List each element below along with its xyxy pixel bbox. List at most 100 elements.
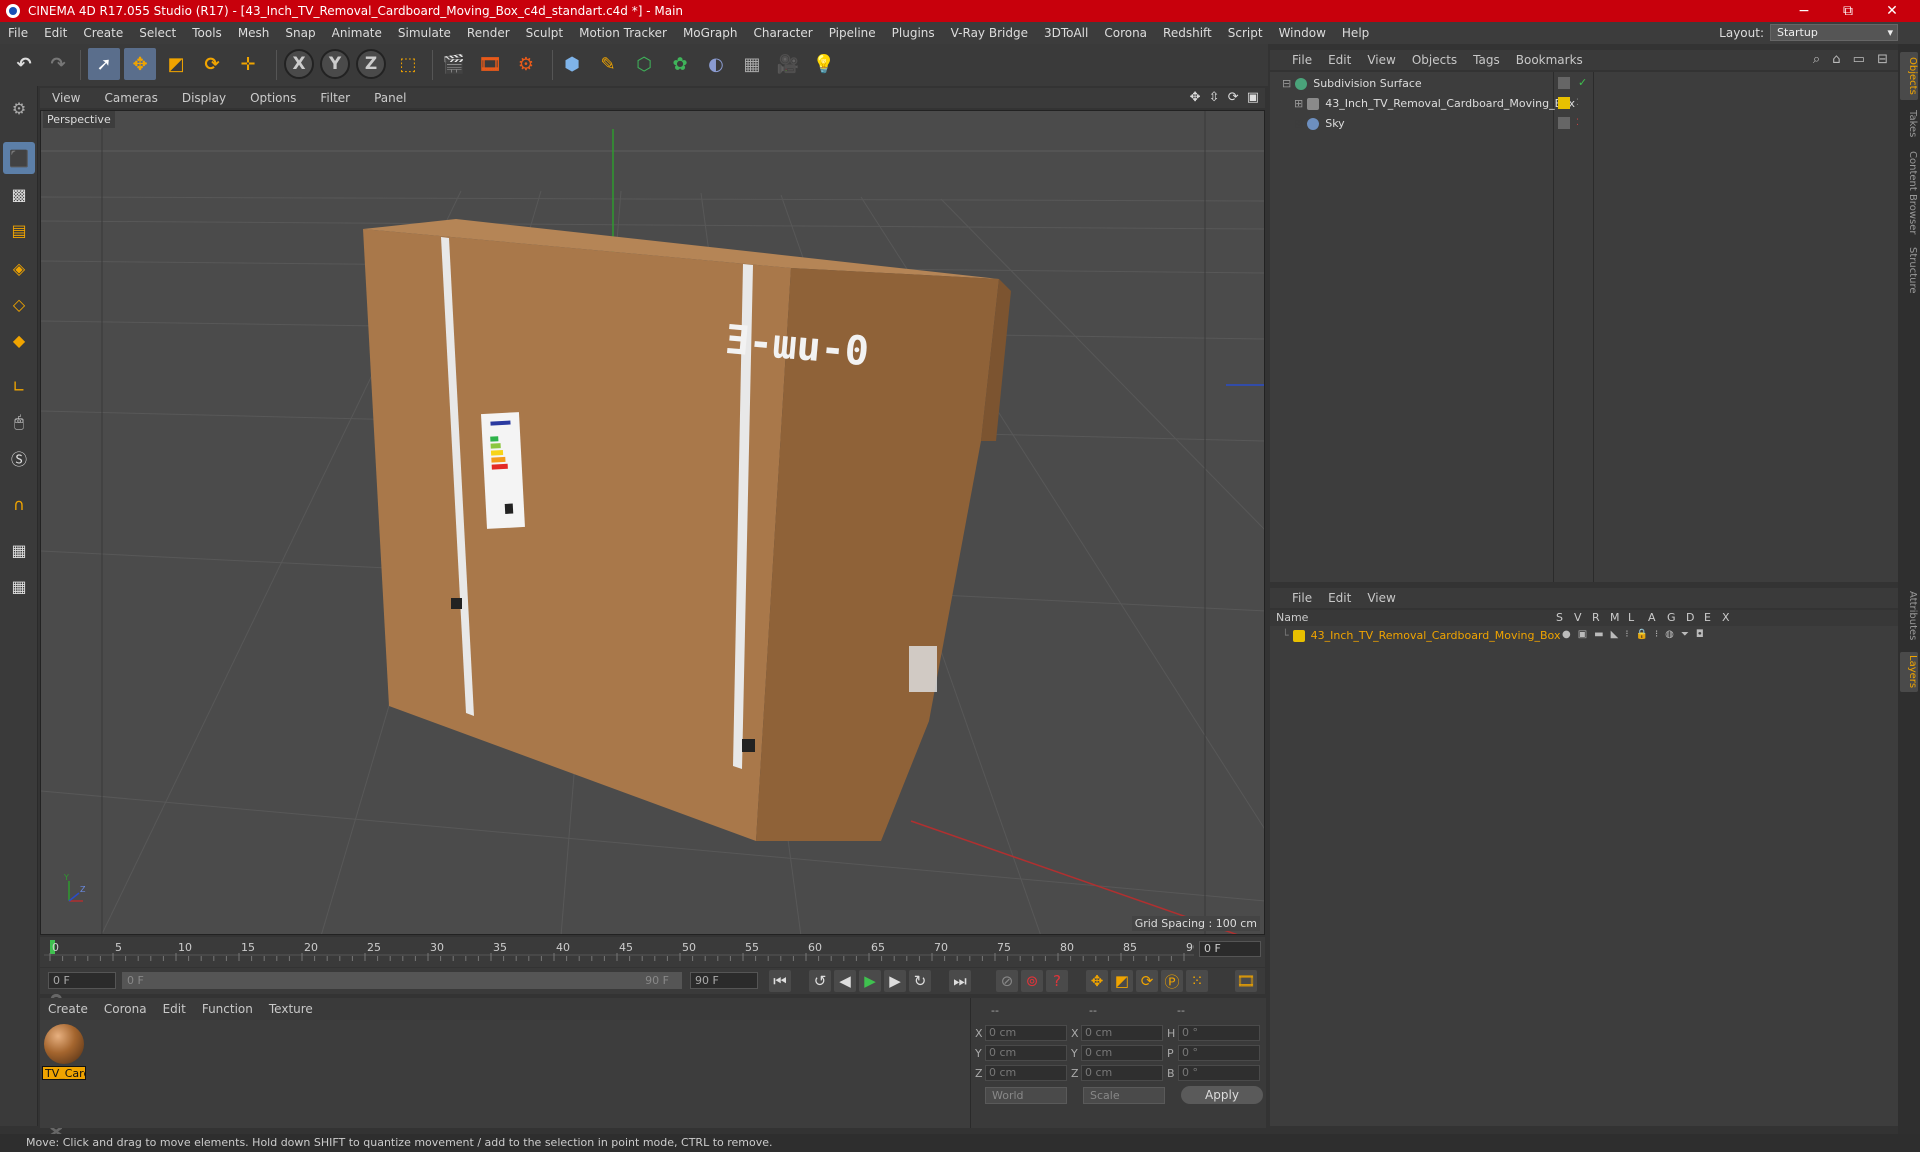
object-menu-objects[interactable]: Objects [1404,53,1465,67]
material-menu-function[interactable]: Function [194,1002,261,1016]
size-x-field[interactable]: 0 cm [1081,1025,1163,1041]
solo-mode-icon[interactable]: Ⓢ [3,442,35,474]
y-axis-lock-button[interactable]: Y [320,49,350,79]
timeline-window-icon[interactable]: 🎞 [1235,970,1257,992]
end-frame-field[interactable]: 90 F [690,972,758,989]
menu-create[interactable]: Create [75,26,131,40]
editor-visibility-icon[interactable] [1558,77,1570,89]
rot-h-field[interactable]: 0 ° [1178,1025,1260,1041]
rot-b-field[interactable]: 0 ° [1178,1065,1260,1081]
menu-corona[interactable]: Corona [1096,26,1155,40]
workplane-mode-icon[interactable]: ▤ [3,214,35,246]
play-icon[interactable]: ▶ [859,970,881,992]
rot-p-field[interactable]: 0 ° [1178,1045,1260,1061]
menu-mograph[interactable]: MoGraph [675,26,746,40]
move-tool-icon[interactable]: ✥ [124,48,156,80]
floor-object-icon[interactable]: ▦ [736,48,768,80]
next-keyframe-icon[interactable]: ↻ [909,970,931,992]
subdivision-surface-icon[interactable]: ⬡ [628,48,660,80]
rotate-tool-icon[interactable]: ⟳ [196,48,228,80]
layer-color-swatch[interactable] [1558,97,1570,109]
menu-snap[interactable]: Snap [277,26,323,40]
viewport-menu-cameras[interactable]: Cameras [92,91,169,105]
layer-col-generators[interactable]: G [1667,611,1676,624]
timeline-ruler[interactable]: 0 5 10 15 20 25 30 35 40 45 50 55 60 65 70 75 80 85 90 0 F [40,937,1265,967]
key-pla-icon[interactable]: ⁙ [1186,970,1208,992]
layer-col-expressions[interactable]: E [1704,611,1711,624]
tab-takes[interactable]: Takes [1900,104,1918,144]
size-mode-dropdown[interactable]: Scale [1083,1087,1165,1104]
menu-motion-tracker[interactable]: Motion Tracker [571,26,675,40]
menu-script[interactable]: Script [1220,26,1271,40]
camera-object-icon[interactable]: 🎥 [772,48,804,80]
layer-col-render[interactable]: R [1592,611,1600,624]
undo-icon[interactable]: ↶ [8,48,40,80]
menu-redshift[interactable]: Redshift [1155,26,1220,40]
layer-col-xref[interactable]: X [1722,611,1730,624]
layer-col-deformers[interactable]: D [1686,611,1694,624]
editor-visibility-icon[interactable] [1558,117,1570,129]
tweak-mode-icon[interactable]: 🖱 [3,406,35,438]
current-frame-field[interactable]: 0 F [1199,941,1261,957]
make-editable-icon[interactable]: ⚙ [3,92,35,124]
layer-col-animation[interactable]: A [1648,611,1656,624]
visibility-dots-icon[interactable]: ⁚ [1576,97,1588,109]
pos-z-field[interactable]: 0 cm [985,1065,1067,1081]
planar-workplane-icon[interactable]: ▦ [3,570,35,602]
layer-menu-view[interactable]: View [1359,591,1403,605]
viewport-menu-display[interactable]: Display [170,91,238,105]
apply-button[interactable]: Apply [1181,1086,1263,1104]
x-axis-lock-button[interactable]: X [284,49,314,79]
live-selection-icon[interactable]: ➚ [88,48,120,80]
object-menu-file[interactable]: File [1284,53,1320,67]
object-menu-bookmarks[interactable]: Bookmarks [1508,53,1591,67]
polygons-mode-icon[interactable]: ◆ [3,324,35,356]
pos-y-field[interactable]: 0 cm [985,1045,1067,1061]
frame-range-slider[interactable]: 0 F 90 F [122,972,682,989]
start-frame-field[interactable]: 0 F [48,972,116,989]
size-y-field[interactable]: 0 cm [1081,1045,1163,1061]
material-menu-create[interactable]: Create [40,1002,96,1016]
menu-window[interactable]: Window [1271,26,1334,40]
menu-tools[interactable]: Tools [184,26,230,40]
viewport-menu-view[interactable]: View [40,91,92,105]
axis-mode-icon[interactable]: ∟ [3,370,35,402]
layer-menu-edit[interactable]: Edit [1320,591,1359,605]
menu-character[interactable]: Character [745,26,820,40]
scale-tool-icon[interactable]: ◩ [160,48,192,80]
key-position-icon[interactable]: ✥ [1086,970,1108,992]
menu-edit[interactable]: Edit [36,26,75,40]
layer-color-swatch[interactable] [1292,629,1305,642]
menu-plugins[interactable]: Plugins [884,26,943,40]
perspective-viewport[interactable]: Ǝ-ɯu-0 Perspective Y Z Grid Spacing : 10… [40,110,1265,935]
layer-col-solo[interactable]: S [1556,611,1563,624]
cardboard-box-model[interactable]: Ǝ-ɯu-0 [363,219,1011,841]
material-preview-ball[interactable] [44,1024,84,1064]
layer-col-locked[interactable]: L [1628,611,1634,624]
coordinate-mode-dropdown[interactable]: World [985,1087,1067,1104]
object-manager-tools[interactable]: ⌕ ⌂ ▭ ⊟ [1813,52,1892,67]
previous-keyframe-icon[interactable]: ↺ [809,970,831,992]
record-keyframes-icon[interactable]: ⊘ [996,970,1018,992]
material-menu-edit[interactable]: Edit [155,1002,194,1016]
visibility-dots-icon[interactable]: ⁚ [1576,117,1588,129]
next-frame-icon[interactable]: ▶ [884,970,906,992]
pen-spline-icon[interactable]: ✎ [592,48,624,80]
material-menu-corona[interactable]: Corona [96,1002,155,1016]
object-menu-edit[interactable]: Edit [1320,53,1359,67]
workplane-lock-icon[interactable]: ▦ [3,534,35,566]
tab-objects[interactable]: Objects [1900,52,1918,100]
redo-icon[interactable]: ↷ [42,48,74,80]
menu-file[interactable]: File [0,26,36,40]
transform-tool-icon[interactable]: ✛ [232,48,264,80]
snapping-icon[interactable]: ∩ [3,488,35,520]
layer-col-view[interactable]: V [1574,611,1582,624]
object-menu-view[interactable]: View [1359,53,1403,67]
tab-content-browser[interactable]: Content Browser [1900,148,1918,238]
material-name[interactable]: TV_Card [42,1066,86,1080]
menu-simulate[interactable]: Simulate [390,26,459,40]
previous-frame-icon[interactable]: ◀ [834,970,856,992]
object-menu-tags[interactable]: Tags [1465,53,1508,67]
layer-col-manager[interactable]: M [1610,611,1620,624]
tab-attributes[interactable]: Attributes [1900,588,1918,644]
